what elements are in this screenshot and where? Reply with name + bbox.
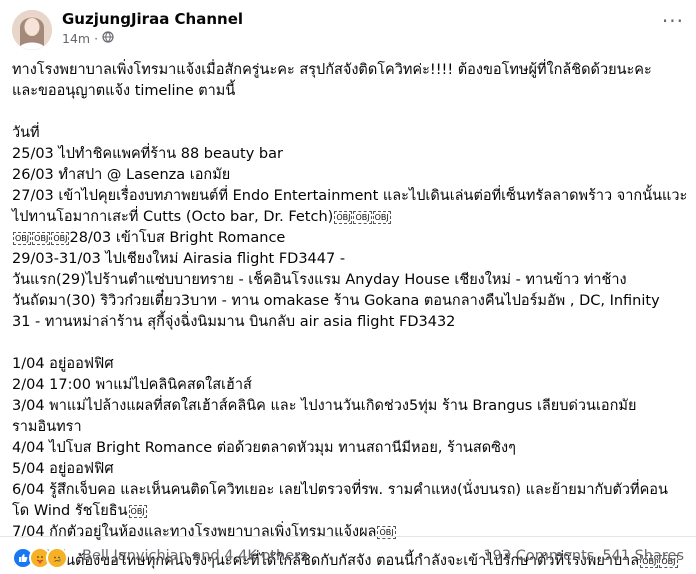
avatar-image	[12, 10, 52, 50]
object-replacement-glyph: OBJ	[372, 210, 391, 224]
more-options-icon[interactable]: ···	[662, 11, 684, 31]
reacted-by[interactable]: Bell Janvichian and 4.4K others	[82, 548, 308, 564]
comments-count[interactable]: 193 Comments	[483, 548, 594, 564]
timeline-line: 3/04 พาแม่ไปล้างแผลที่สดใสเฮ้าส์คลินิค แ…	[12, 398, 637, 414]
post-footer: Bell Janvichian and 4.4K others 193 Comm…	[0, 536, 696, 574]
post-counts: 193 Comments 541 Shares	[483, 548, 684, 564]
timeline-text: ไปทานโอมากาเสะที่ Cutts (Octo bar, Dr. F…	[12, 209, 334, 225]
timeline-line: 4/04 ไปโบส Bright Romance ต่อด้วยตลาดหัว…	[12, 440, 516, 456]
sad-icon	[46, 547, 68, 569]
day-header: วันที่	[12, 125, 40, 141]
timeline-line: 29/03-31/03 ไปเชียงใหม่ Airasia flight F…	[12, 251, 346, 267]
timeline-text: 28/03 เข้าโบส Bright Romance	[69, 230, 286, 246]
timeline-line: ไปทานโอมากาเสะที่ Cutts (Octo bar, Dr. F…	[12, 207, 688, 228]
reactions[interactable]	[12, 547, 68, 569]
timeline-line: โด Wind รัชโยธิน OBJ	[12, 501, 688, 522]
facebook-post: GuzjungJiraa Channel 14m · ··· ทางโรงพยา…	[0, 0, 696, 573]
avatar[interactable]	[12, 10, 52, 50]
timeline-line: 2/04 17:00 พาแม่ไปคลินิคสดใสเฮ้าส์	[12, 377, 252, 393]
timeline-text: โด Wind รัชโยธิน	[12, 503, 128, 519]
object-replacement-glyph: OBJ	[334, 210, 353, 224]
timeline-line: รามอินทรา	[12, 419, 82, 435]
author-name[interactable]: GuzjungJiraa Channel	[62, 10, 243, 28]
timeline-line: 26/03 ทำสปา @ Lasenza เอกมัย	[12, 167, 231, 183]
timeline-line: OBJ OBJ OBJ 28/03 เข้าโบส Bright Romance	[12, 228, 688, 249]
post-body: ทางโรงพยาบาลเพิ่งโทรมาแจ้งเมื่อสักครู่นะ…	[12, 60, 688, 572]
post-time[interactable]: 14m	[62, 31, 90, 46]
object-replacement-glyph: OBJ	[51, 231, 70, 245]
object-replacement-glyph: OBJ	[128, 504, 147, 518]
timeline-line: 25/03 ไปทำชิคแพคที่ร้าน 88 beauty bar	[12, 146, 283, 162]
object-replacement-glyph: OBJ	[13, 231, 32, 245]
intro-line: และขออนุญาตแจ้ง timeline ตามนี้	[12, 83, 236, 99]
timeline-line: 6/04 รู้สึกเจ็บคอ และเห็นคนติดโควิทเยอะ …	[12, 482, 668, 498]
timeline-line: 31 - ทานหม่าล่าร้าน สุกี้จุ่งฉิ่งนิมมาน …	[12, 314, 456, 330]
timeline-line: 27/03 เข้าไปคุยเรื่องบทภาพยนต์ที่ Endo E…	[12, 188, 688, 204]
post-meta: 14m ·	[62, 31, 114, 46]
meta-dot: ·	[94, 31, 99, 46]
timeline-line: 1/04 อยู่ออฟฟิศ	[12, 356, 114, 372]
intro-line: ทางโรงพยาบาลเพิ่งโทรมาแจ้งเมื่อสักครู่นะ…	[12, 62, 652, 78]
object-replacement-glyph: OBJ	[32, 231, 51, 245]
globe-icon	[102, 31, 114, 46]
timeline-line: 5/04 อยู่ออฟฟิศ	[12, 461, 114, 477]
timeline-line: วันถัดมา(30) ริวิวก๋วยเตี๋ยว3บาท - ทาน o…	[12, 293, 660, 309]
shares-count[interactable]: 541 Shares	[602, 548, 684, 564]
timeline-line: วันแรก(29)ไปร้านตำแซ่บบายทราย - เช็คอินโ…	[12, 272, 627, 288]
object-replacement-glyph: OBJ	[353, 210, 372, 224]
